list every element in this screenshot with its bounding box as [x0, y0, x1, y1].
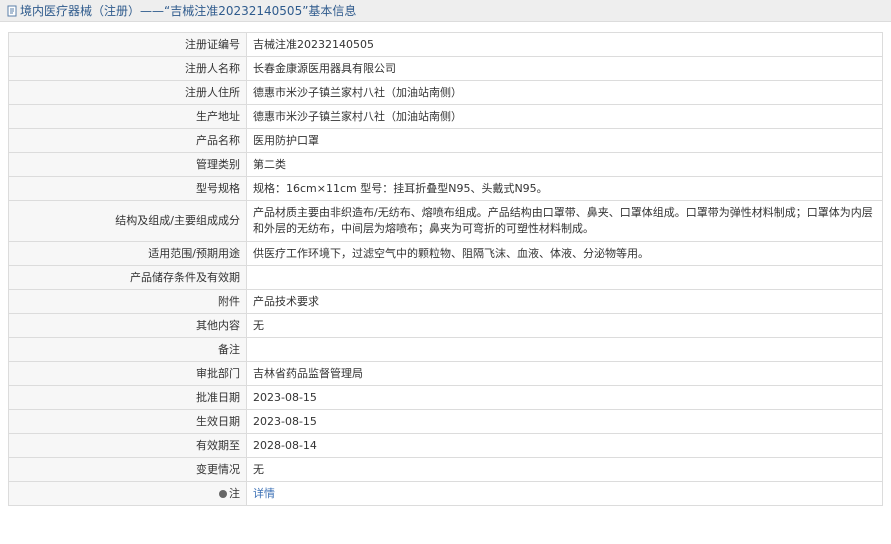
table-row: 生效日期 2023-08-15: [8, 409, 883, 434]
field-label: 其他内容: [8, 313, 247, 338]
field-label: 批准日期: [8, 385, 247, 410]
pin-icon: [219, 489, 227, 498]
document-icon: [6, 5, 18, 17]
table-row: 产品名称 医用防护口罩: [8, 128, 883, 153]
table-row: 审批部门 吉林省药品监督管理局: [8, 361, 883, 386]
table-row: 批准日期 2023-08-15: [8, 385, 883, 410]
table-row: 适用范围/预期用途 供医疗工作环境下，过滤空气中的颗粒物、阻隔飞沫、血液、体液、分…: [8, 241, 883, 266]
field-label: 管理类别: [8, 152, 247, 177]
field-value: 2028-08-14: [246, 433, 883, 458]
field-label: 产品储存条件及有效期: [8, 265, 247, 290]
note-label-cell: 注: [8, 481, 247, 506]
field-value: 吉林省药品监督管理局: [246, 361, 883, 386]
field-label: 生效日期: [8, 409, 247, 434]
table-row: 注册人住所 德惠市米沙子镇兰家村八社（加油站南侧）: [8, 80, 883, 105]
field-value: 无: [246, 313, 883, 338]
field-value: 第二类: [246, 152, 883, 177]
page-title: 境内医疗器械（注册）——“吉械注准20232140505”基本信息: [20, 4, 357, 18]
field-label: 结构及组成/主要组成成分: [8, 200, 247, 242]
table-row: 产品储存条件及有效期: [8, 265, 883, 290]
table-row: 其他内容无: [8, 313, 883, 338]
field-label: 型号规格: [8, 176, 247, 201]
field-label: 适用范围/预期用途: [8, 241, 247, 266]
field-label: 生产地址: [8, 104, 247, 129]
note-label: 注: [229, 486, 240, 500]
note-row: 注详情: [8, 481, 883, 506]
field-value: 长春金康源医用器具有限公司: [246, 56, 883, 81]
table-row: 型号规格 规格：16cm×11cm 型号：挂耳折叠型N95、头戴式N95。: [8, 176, 883, 201]
table-row: 注册人名称 长春金康源医用器具有限公司: [8, 56, 883, 81]
field-value: 吉械注准20232140505: [246, 32, 883, 57]
field-value: 医用防护口罩: [246, 128, 883, 153]
table-row: 有效期至 2028-08-14: [8, 433, 883, 458]
page-title-bar: 境内医疗器械（注册）——“吉械注准20232140505”基本信息: [0, 0, 891, 22]
field-value: 2023-08-15: [246, 409, 883, 434]
table-row: 备注: [8, 337, 883, 362]
table-row: 管理类别 第二类: [8, 152, 883, 177]
field-value: 产品材质主要由非织造布/无纺布、熔喷布组成。产品结构由口罩带、鼻夹、口罩体组成。…: [246, 200, 883, 242]
table-row: 生产地址 德惠市米沙子镇兰家村八社（加油站南侧）: [8, 104, 883, 129]
field-value: 无: [246, 457, 883, 482]
field-label: 有效期至: [8, 433, 247, 458]
field-label: 变更情况: [8, 457, 247, 482]
field-value: [246, 265, 883, 290]
field-label: 产品名称: [8, 128, 247, 153]
field-value: 德惠市米沙子镇兰家村八社（加油站南侧）: [246, 80, 883, 105]
field-label: 注册人住所: [8, 80, 247, 105]
field-label: 审批部门: [8, 361, 247, 386]
field-value: 德惠市米沙子镇兰家村八社（加油站南侧）: [246, 104, 883, 129]
field-label: 备注: [8, 337, 247, 362]
field-value: 2023-08-15: [246, 385, 883, 410]
field-value: 供医疗工作环境下，过滤空气中的颗粒物、阻隔飞沫、血液、体液、分泌物等用。: [246, 241, 883, 266]
field-value: [246, 337, 883, 362]
field-value: 规格：16cm×11cm 型号：挂耳折叠型N95、头戴式N95。: [246, 176, 883, 201]
field-value: 产品技术要求: [246, 289, 883, 314]
details-link[interactable]: 详情: [253, 487, 275, 500]
table-row: 变更情况无: [8, 457, 883, 482]
table-row: 结构及组成/主要组成成分 产品材质主要由非织造布/无纺布、熔喷布组成。产品结构由口…: [8, 200, 883, 242]
field-label: 注册人名称: [8, 56, 247, 81]
table-row: 附件 产品技术要求: [8, 289, 883, 314]
field-label: 注册证编号: [8, 32, 247, 57]
table-row: 注册证编号 吉械注准20232140505: [8, 32, 883, 57]
field-label: 附件: [8, 289, 247, 314]
note-value-cell: 详情: [246, 481, 883, 506]
registration-info-table: 注册证编号 吉械注准20232140505 注册人名称 长春金康源医用器具有限公司 注册…: [8, 32, 883, 506]
